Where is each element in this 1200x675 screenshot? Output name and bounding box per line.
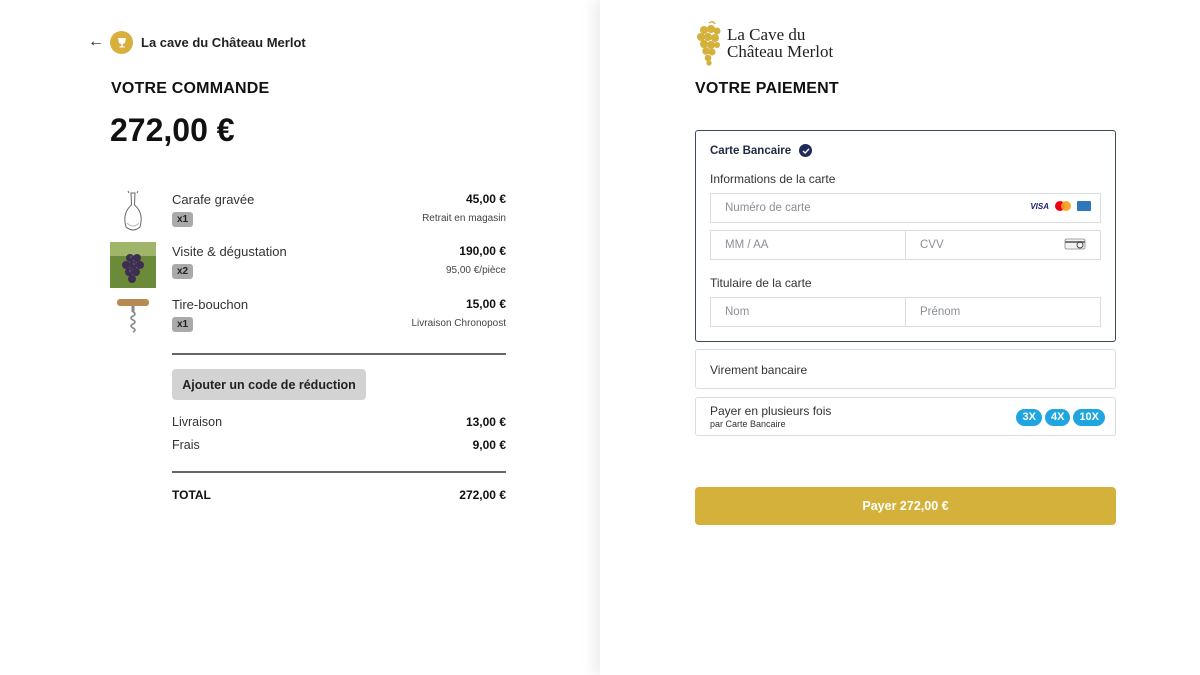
item-delivery-note: Retrait en magasin [422, 213, 506, 224]
payment-panel: La Cave du Château Merlot VOTRE PAIEMENT… [600, 0, 1200, 675]
summary-label: Livraison [172, 415, 223, 429]
item-quantity-badge: x1 [172, 317, 194, 332]
card-option-header: Carte Bancaire [710, 144, 813, 157]
item-price: 45,00 € [465, 192, 506, 206]
item-quantity-badge: x2 [172, 264, 194, 279]
divider [172, 353, 506, 355]
order-panel: ← La cave du Château Merlot VOTRE COMMAN… [0, 0, 600, 675]
item-name: Visite & dégustation [172, 244, 287, 259]
badge-10x: 10X [1073, 409, 1105, 426]
summary-row-shipping: Livraison 13,00 € [172, 415, 506, 429]
shop-logo-icon [110, 30, 133, 54]
item-unit-price: 95,00 €/pièce [445, 265, 506, 276]
summary-value: 13,00 € [465, 415, 506, 429]
summary-label: Frais [172, 438, 200, 452]
pay-button[interactable]: Payer 272,00 € [695, 487, 1116, 525]
item-name: Carafe gravée [172, 192, 255, 207]
payment-title: VOTRE PAIEMENT [695, 80, 839, 97]
cvv-card-icon [1064, 238, 1086, 250]
item-price: 190,00 € [459, 244, 506, 258]
brand-logo: La Cave du Château Merlot [695, 20, 833, 66]
badge-3x: 3X [1016, 409, 1042, 426]
summary-value: 9,00 € [472, 438, 506, 452]
carafe-icon [110, 190, 156, 236]
cardholder-label: Titulaire de la carte [710, 276, 812, 290]
total-label: TOTAL [172, 488, 211, 502]
item-quantity-badge: x1 [172, 212, 194, 227]
lastname-input[interactable]: Nom [710, 297, 906, 327]
summary-row-fees: Frais 9,00 € [172, 438, 506, 452]
grape-logo-icon [697, 21, 721, 66]
installments-option[interactable]: Payer en plusieurs fois par Carte Bancai… [695, 397, 1116, 436]
bank-transfer-label: Virement bancaire [710, 363, 808, 377]
item-price: 15,00 € [465, 297, 506, 311]
order-item: Tire-bouchon x1 15,00 € Livraison Chrono… [110, 295, 506, 341]
header-bar: ← La cave du Château Merlot [88, 30, 306, 54]
expiry-input[interactable]: MM / AA [710, 230, 906, 260]
bank-transfer-option[interactable]: Virement bancaire [695, 349, 1116, 389]
installments-sublabel: par Carte Bancaire [710, 419, 786, 429]
card-payment-option[interactable]: Carte Bancaire Informations de la carte … [695, 130, 1116, 342]
order-title: VOTRE COMMANDE [111, 80, 270, 97]
amex-icon [1077, 201, 1091, 211]
installment-badges: 3X 4X 10X [1016, 409, 1105, 426]
firstname-input[interactable]: Prénom [905, 297, 1101, 327]
order-total-amount: 272,00 € [110, 112, 235, 148]
badge-4x: 4X [1044, 409, 1071, 426]
shop-name: La cave du Château Merlot [141, 34, 306, 50]
card-option-label: Carte Bancaire [710, 144, 792, 157]
item-delivery-note: Livraison Chronopost [411, 318, 507, 329]
check-circle-icon [799, 144, 813, 157]
divider [172, 471, 506, 473]
arrow-left-icon[interactable]: ← [88, 33, 104, 51]
mastercard-icon [1055, 201, 1071, 211]
corkscrew-icon [110, 295, 156, 341]
card-info-label: Informations de la carte [710, 172, 836, 186]
brand-line-1: La Cave du [727, 25, 806, 44]
add-promo-code-button[interactable]: Ajouter un code de réduction [172, 369, 366, 400]
item-name: Tire-bouchon [172, 297, 249, 312]
card-brands: VISA [1030, 201, 1091, 211]
visa-icon: VISA [1030, 201, 1049, 211]
grapes-photo-icon [110, 242, 156, 288]
total-value: 272,00 € [459, 488, 506, 502]
order-item: Visite & dégustation x2 190,00 € 95,00 €… [110, 242, 506, 288]
installments-label: Payer en plusieurs fois [710, 404, 832, 418]
order-item: Carafe gravée x1 45,00 € Retrait en maga… [110, 190, 506, 236]
brand-line-2: Château Merlot [727, 42, 834, 61]
total-row: TOTAL 272,00 € [172, 488, 506, 502]
